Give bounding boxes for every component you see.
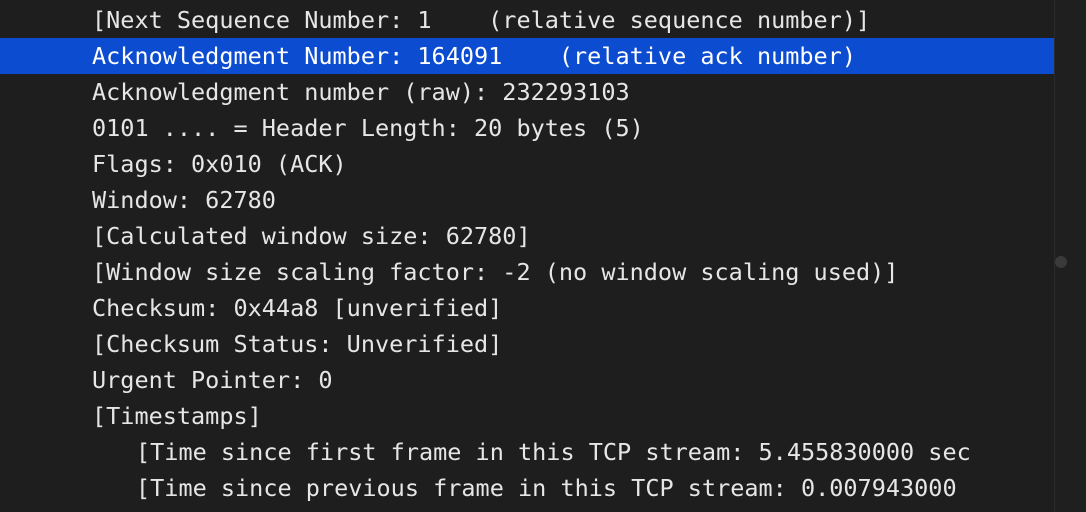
chevron-down-icon[interactable] — [54, 408, 74, 424]
packet-details-pane: [Next Sequence Number: 1 (relative seque… — [0, 0, 1086, 512]
tree-row-label: [Timestamps] — [92, 402, 262, 430]
tree-row-calculated-window-size[interactable]: [Calculated window size: 62780] — [0, 218, 1054, 254]
tree-row-window[interactable]: Window: 62780 — [0, 182, 1054, 218]
tree-row-acknowledgment-number-raw[interactable]: Acknowledgment number (raw): 232293103 — [0, 74, 1054, 110]
tree-row-label: Checksum: 0x44a8 [unverified] — [92, 294, 503, 322]
tree-row-checksum-status[interactable]: [Checksum Status: Unverified] — [0, 326, 1054, 362]
tree-row-label: [Time since first frame in this TCP stre… — [136, 438, 971, 466]
tree-row-label: [Next Sequence Number: 1 (relative seque… — [92, 6, 871, 34]
tree-row-label: Window: 62780 — [92, 186, 276, 214]
tree-row-label: [Time since previous frame in this TCP s… — [136, 474, 957, 502]
scrollbar-thumb[interactable] — [1055, 256, 1067, 268]
tree-row-label: [Window size scaling factor: -2 (no wind… — [92, 258, 899, 286]
tree-row-label: Acknowledgment Number: 164091 (relative … — [92, 42, 857, 70]
tree-row-window-scaling-factor[interactable]: [Window size scaling factor: -2 (no wind… — [0, 254, 1054, 290]
tree-row-label: [Calculated window size: 62780] — [92, 222, 531, 250]
tree-row-header-length[interactable]: 0101 .... = Header Length: 20 bytes (5) — [0, 110, 1054, 146]
tree-row-timestamps[interactable]: [Timestamps] — [0, 398, 1054, 434]
chevron-right-icon[interactable] — [54, 156, 74, 172]
tree-row-label: [Checksum Status: Unverified] — [92, 330, 503, 358]
tree-row-label: Flags: 0x010 (ACK) — [92, 150, 347, 178]
tree-row-label: Urgent Pointer: 0 — [92, 366, 333, 394]
packet-details-tree: [Next Sequence Number: 1 (relative seque… — [0, 2, 1054, 506]
tree-row-time-since-first-frame[interactable]: [Time since first frame in this TCP stre… — [0, 434, 1054, 470]
tree-row-label: 0101 .... = Header Length: 20 bytes (5) — [92, 114, 644, 142]
tree-row-checksum[interactable]: Checksum: 0x44a8 [unverified] — [0, 290, 1054, 326]
tree-row-urgent-pointer[interactable]: Urgent Pointer: 0 — [0, 362, 1054, 398]
tree-row-label: Acknowledgment number (raw): 232293103 — [92, 78, 630, 106]
tree-row-flags[interactable]: Flags: 0x010 (ACK) — [0, 146, 1054, 182]
tree-row-time-since-previous-frame[interactable]: [Time since previous frame in this TCP s… — [0, 470, 1054, 506]
tree-row-next-sequence-number[interactable]: [Next Sequence Number: 1 (relative seque… — [0, 2, 1054, 38]
tree-row-acknowledgment-number[interactable]: Acknowledgment Number: 164091 (relative … — [0, 38, 1054, 74]
